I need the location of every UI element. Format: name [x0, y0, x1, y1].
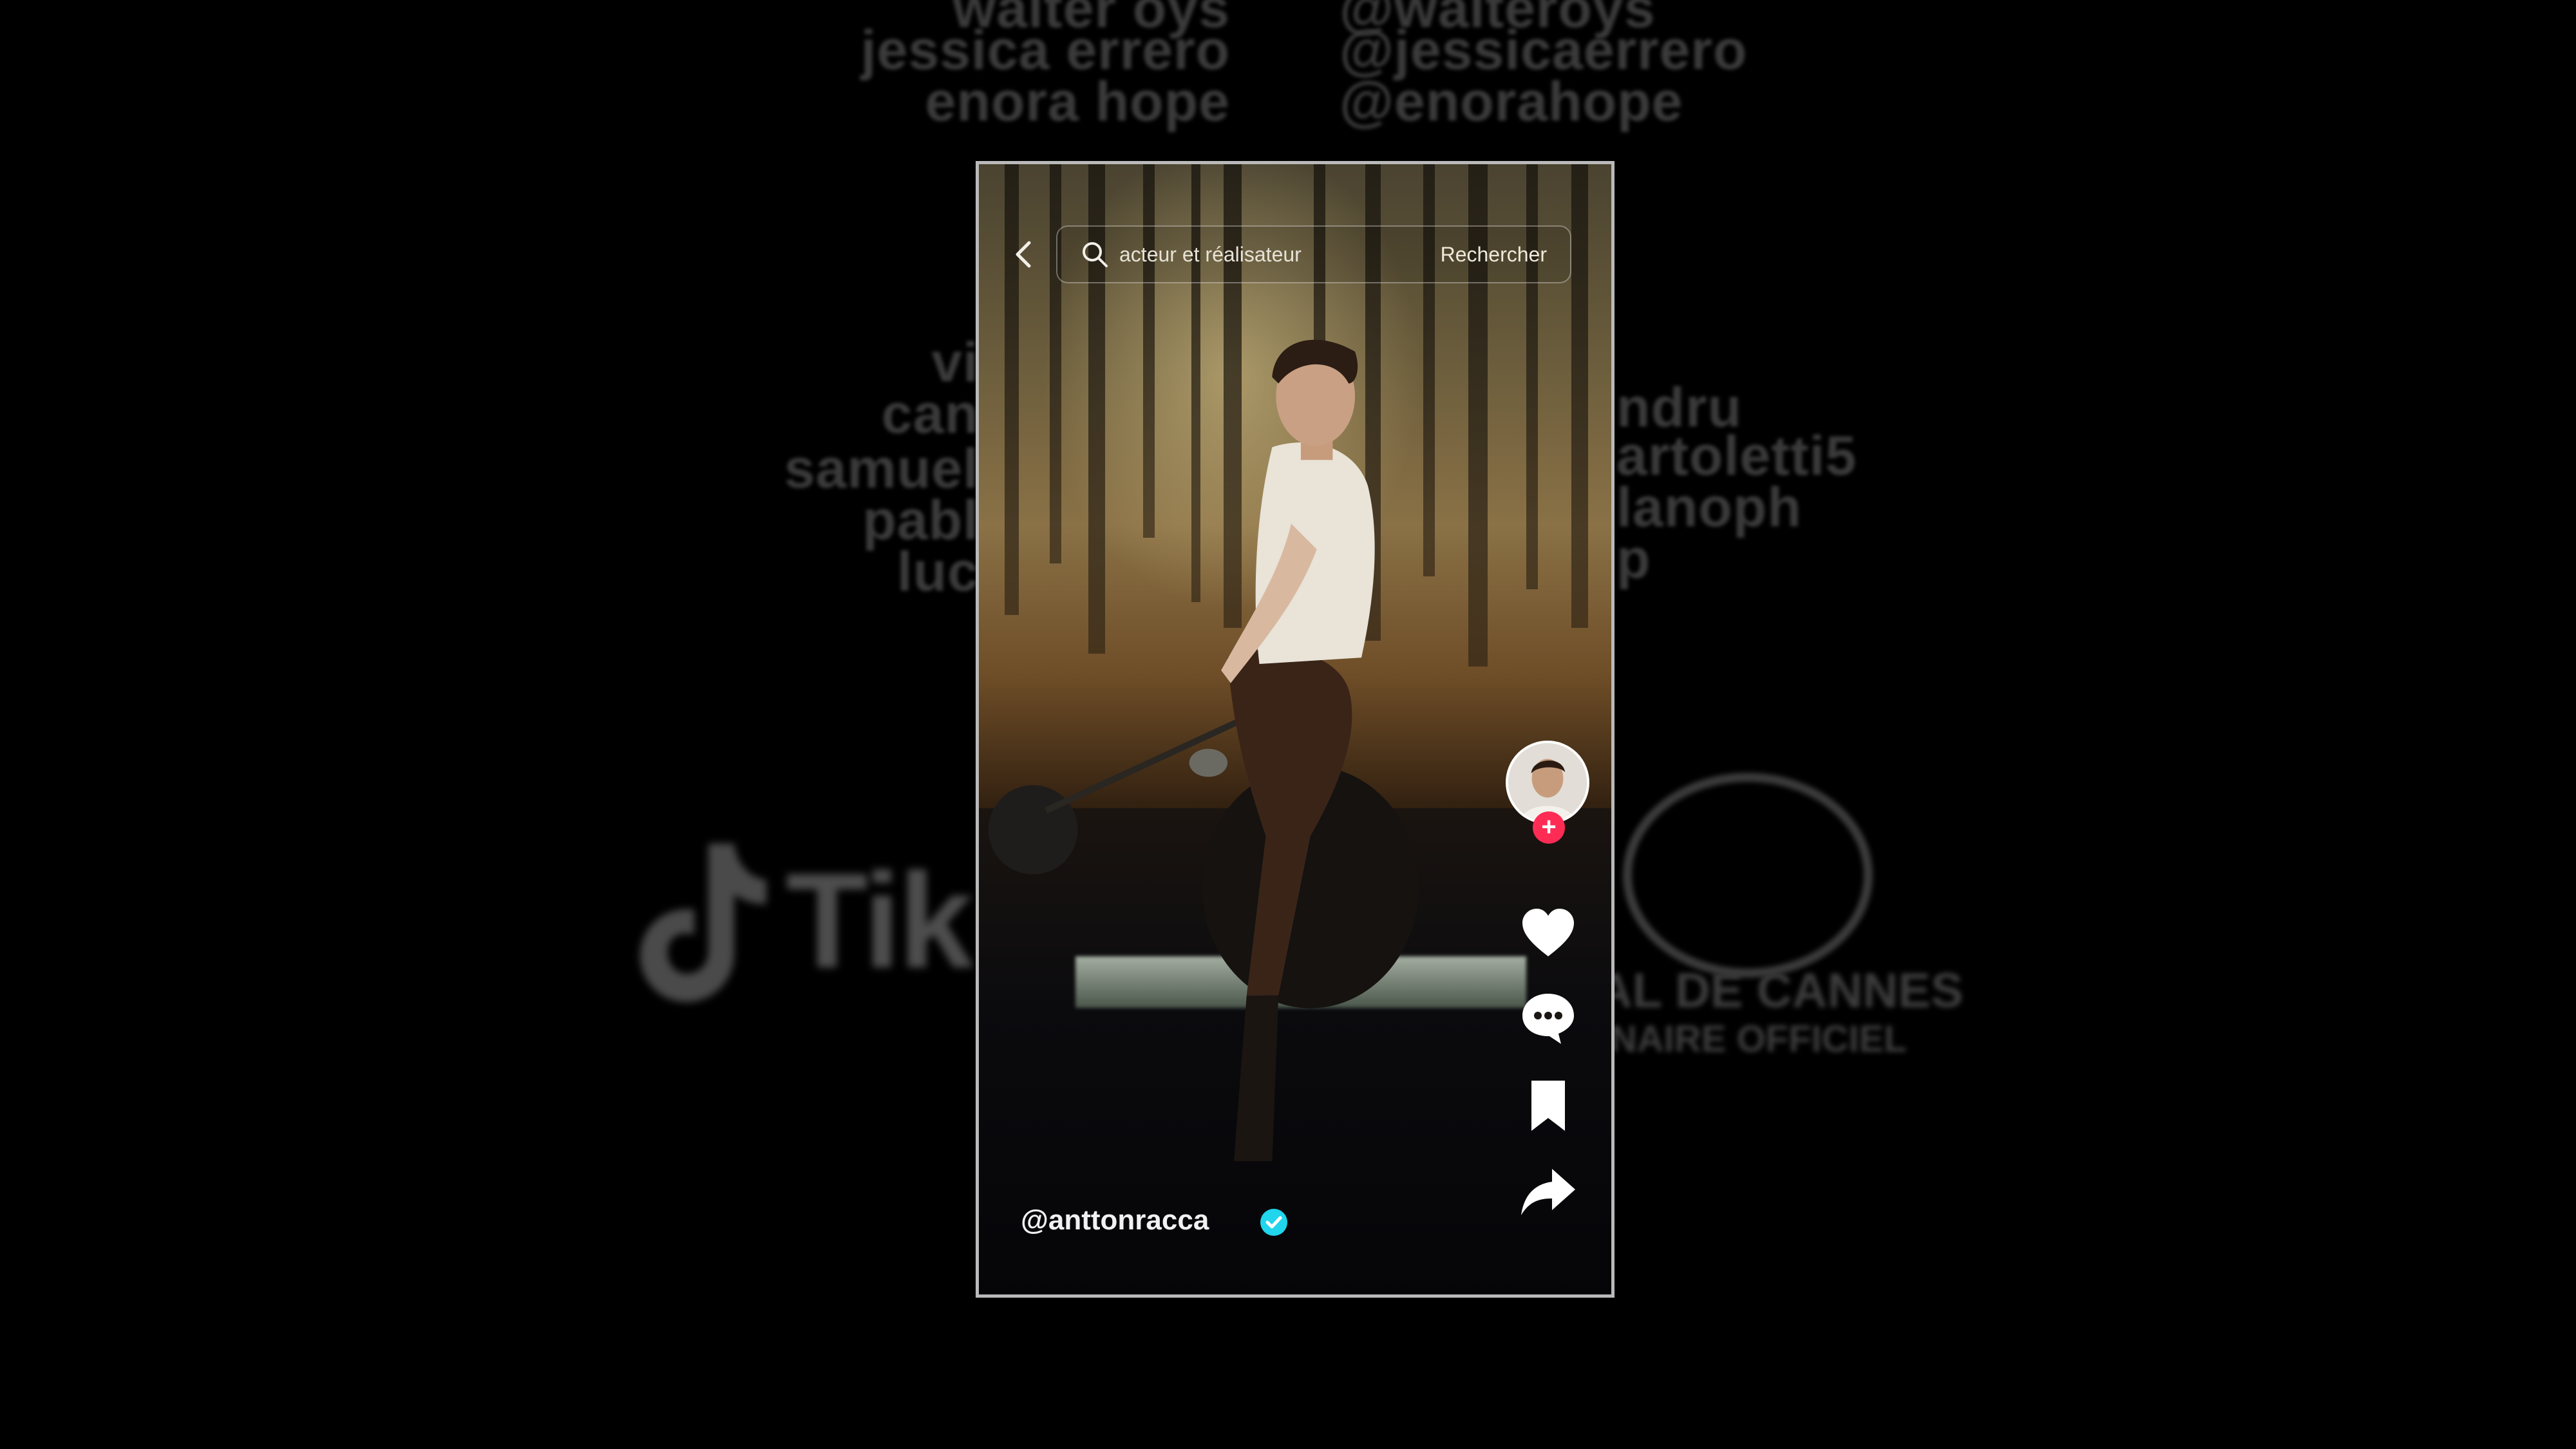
chevron-left-icon[interactable] [1005, 235, 1043, 274]
search-bar: Rechercher [1056, 225, 1571, 283]
credit-handle: @enorahope [1340, 71, 1683, 133]
credit-name: samuel [784, 438, 979, 500]
author-username[interactable]: @anttonracca [1021, 1204, 1209, 1236]
tiktok-logo-background: Tik [638, 837, 974, 1005]
tiktok-wordmark: Tik [786, 845, 974, 996]
credit-name: jessica errero [860, 19, 1230, 81]
verified-icon [1260, 1209, 1287, 1236]
search-input[interactable] [1118, 242, 1437, 267]
video-scene [979, 164, 1611, 1294]
credit-name: can [881, 383, 979, 445]
share-icon[interactable] [1519, 1162, 1578, 1222]
credit-handle: artoletti5 [1616, 425, 1857, 487]
credit-name: enora hope [925, 71, 1230, 133]
cannes-festival-text: AL DE CANNES [1597, 963, 1964, 1018]
avatar-portrait [1508, 743, 1587, 822]
comment-icon[interactable] [1519, 989, 1578, 1048]
heart-icon[interactable] [1519, 905, 1578, 964]
plus-icon[interactable]: + [1533, 811, 1565, 844]
cannes-logo-background [1623, 773, 1873, 978]
credit-handle: @jessicaerrero [1340, 19, 1748, 81]
search-icon [1083, 242, 1108, 267]
search-button[interactable]: Rechercher [1437, 242, 1551, 267]
credit-name: vi [931, 332, 979, 393]
bookmark-icon[interactable] [1519, 1075, 1578, 1135]
man-on-motorcycle-figure [988, 339, 1419, 1162]
credit-handle: p [1616, 528, 1651, 590]
tiktok-video-frame[interactable]: Rechercher + @anttonracca [976, 161, 1615, 1298]
cannes-partner-text: NAIRE OFFICIEL [1610, 1018, 1907, 1060]
tiktok-note-icon [640, 844, 766, 1002]
credit-handle: lanoph [1616, 477, 1802, 538]
credit-name: pabl [862, 489, 979, 551]
credit-name: luc [896, 541, 979, 603]
